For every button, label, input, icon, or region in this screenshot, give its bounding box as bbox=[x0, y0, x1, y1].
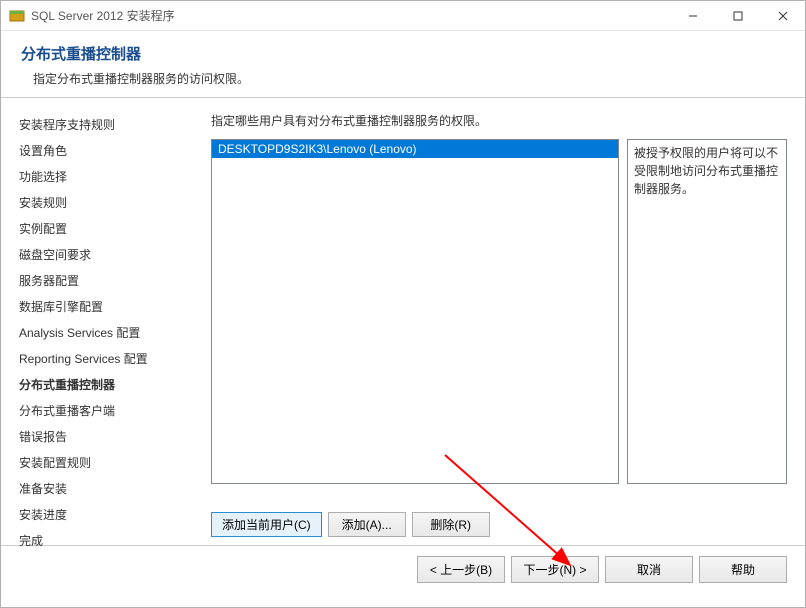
remove-user-button[interactable]: 删除(R) bbox=[412, 512, 490, 537]
sidebar-item-8[interactable]: Analysis Services 配置 bbox=[19, 320, 193, 346]
sidebar-item-16[interactable]: 完成 bbox=[19, 528, 193, 554]
sidebar-item-13[interactable]: 安装配置规则 bbox=[19, 450, 193, 476]
page-title: 分布式重播控制器 bbox=[21, 43, 785, 64]
permission-info-box: 被授予权限的用户将可以不受限制地访问分布式重播控制器服务。 bbox=[627, 139, 787, 484]
sidebar-item-11[interactable]: 分布式重播客户端 bbox=[19, 398, 193, 424]
sidebar-item-1[interactable]: 设置角色 bbox=[19, 138, 193, 164]
sidebar-item-14[interactable]: 准备安装 bbox=[19, 476, 193, 502]
sidebar: 安装程序支持规则设置角色功能选择安装规则实例配置磁盘空间要求服务器配置数据库引擎… bbox=[1, 98, 201, 545]
add-user-button[interactable]: 添加(A)... bbox=[328, 512, 406, 537]
content-area: 安装程序支持规则设置角色功能选择安装规则实例配置磁盘空间要求服务器配置数据库引擎… bbox=[1, 98, 805, 545]
sidebar-item-10[interactable]: 分布式重播控制器 bbox=[19, 372, 193, 398]
sidebar-item-0[interactable]: 安装程序支持规则 bbox=[19, 112, 193, 138]
minimize-button[interactable] bbox=[670, 1, 715, 30]
sidebar-item-2[interactable]: 功能选择 bbox=[19, 164, 193, 190]
window-controls bbox=[670, 1, 805, 30]
sidebar-item-5[interactable]: 磁盘空间要求 bbox=[19, 242, 193, 268]
list-button-row: 添加当前用户(C) 添加(A)... 删除(R) bbox=[211, 512, 787, 537]
page-subtitle: 指定分布式重播控制器服务的访问权限。 bbox=[33, 70, 785, 87]
back-button[interactable]: < 上一步(B) bbox=[417, 556, 505, 583]
user-list-item[interactable]: DESKTOPD9S2IK3\Lenovo (Lenovo) bbox=[212, 140, 618, 158]
sidebar-item-15[interactable]: 安装进度 bbox=[19, 502, 193, 528]
main-panel: 指定哪些用户具有对分布式重播控制器服务的权限。 DESKTOPD9S2IK3\L… bbox=[201, 98, 805, 545]
sidebar-item-3[interactable]: 安装规则 bbox=[19, 190, 193, 216]
main-instruction-label: 指定哪些用户具有对分布式重播控制器服务的权限。 bbox=[211, 112, 787, 129]
title-bar: SQL Server 2012 安装程序 bbox=[1, 1, 805, 31]
maximize-button[interactable] bbox=[715, 1, 760, 30]
sidebar-item-7[interactable]: 数据库引擎配置 bbox=[19, 294, 193, 320]
sidebar-item-12[interactable]: 错误报告 bbox=[19, 424, 193, 450]
app-icon bbox=[9, 8, 25, 24]
sidebar-item-6[interactable]: 服务器配置 bbox=[19, 268, 193, 294]
sidebar-item-4[interactable]: 实例配置 bbox=[19, 216, 193, 242]
page-header: 分布式重播控制器 指定分布式重播控制器服务的访问权限。 bbox=[1, 31, 805, 98]
close-button[interactable] bbox=[760, 1, 805, 30]
next-button[interactable]: 下一步(N) > bbox=[511, 556, 599, 583]
window-title: SQL Server 2012 安装程序 bbox=[31, 7, 670, 24]
help-button[interactable]: 帮助 bbox=[699, 556, 787, 583]
cancel-button[interactable]: 取消 bbox=[605, 556, 693, 583]
list-row: DESKTOPD9S2IK3\Lenovo (Lenovo) 被授予权限的用户将… bbox=[211, 139, 787, 508]
user-permission-list[interactable]: DESKTOPD9S2IK3\Lenovo (Lenovo) bbox=[211, 139, 619, 484]
add-current-user-button[interactable]: 添加当前用户(C) bbox=[211, 512, 322, 537]
sidebar-item-9[interactable]: Reporting Services 配置 bbox=[19, 346, 193, 372]
